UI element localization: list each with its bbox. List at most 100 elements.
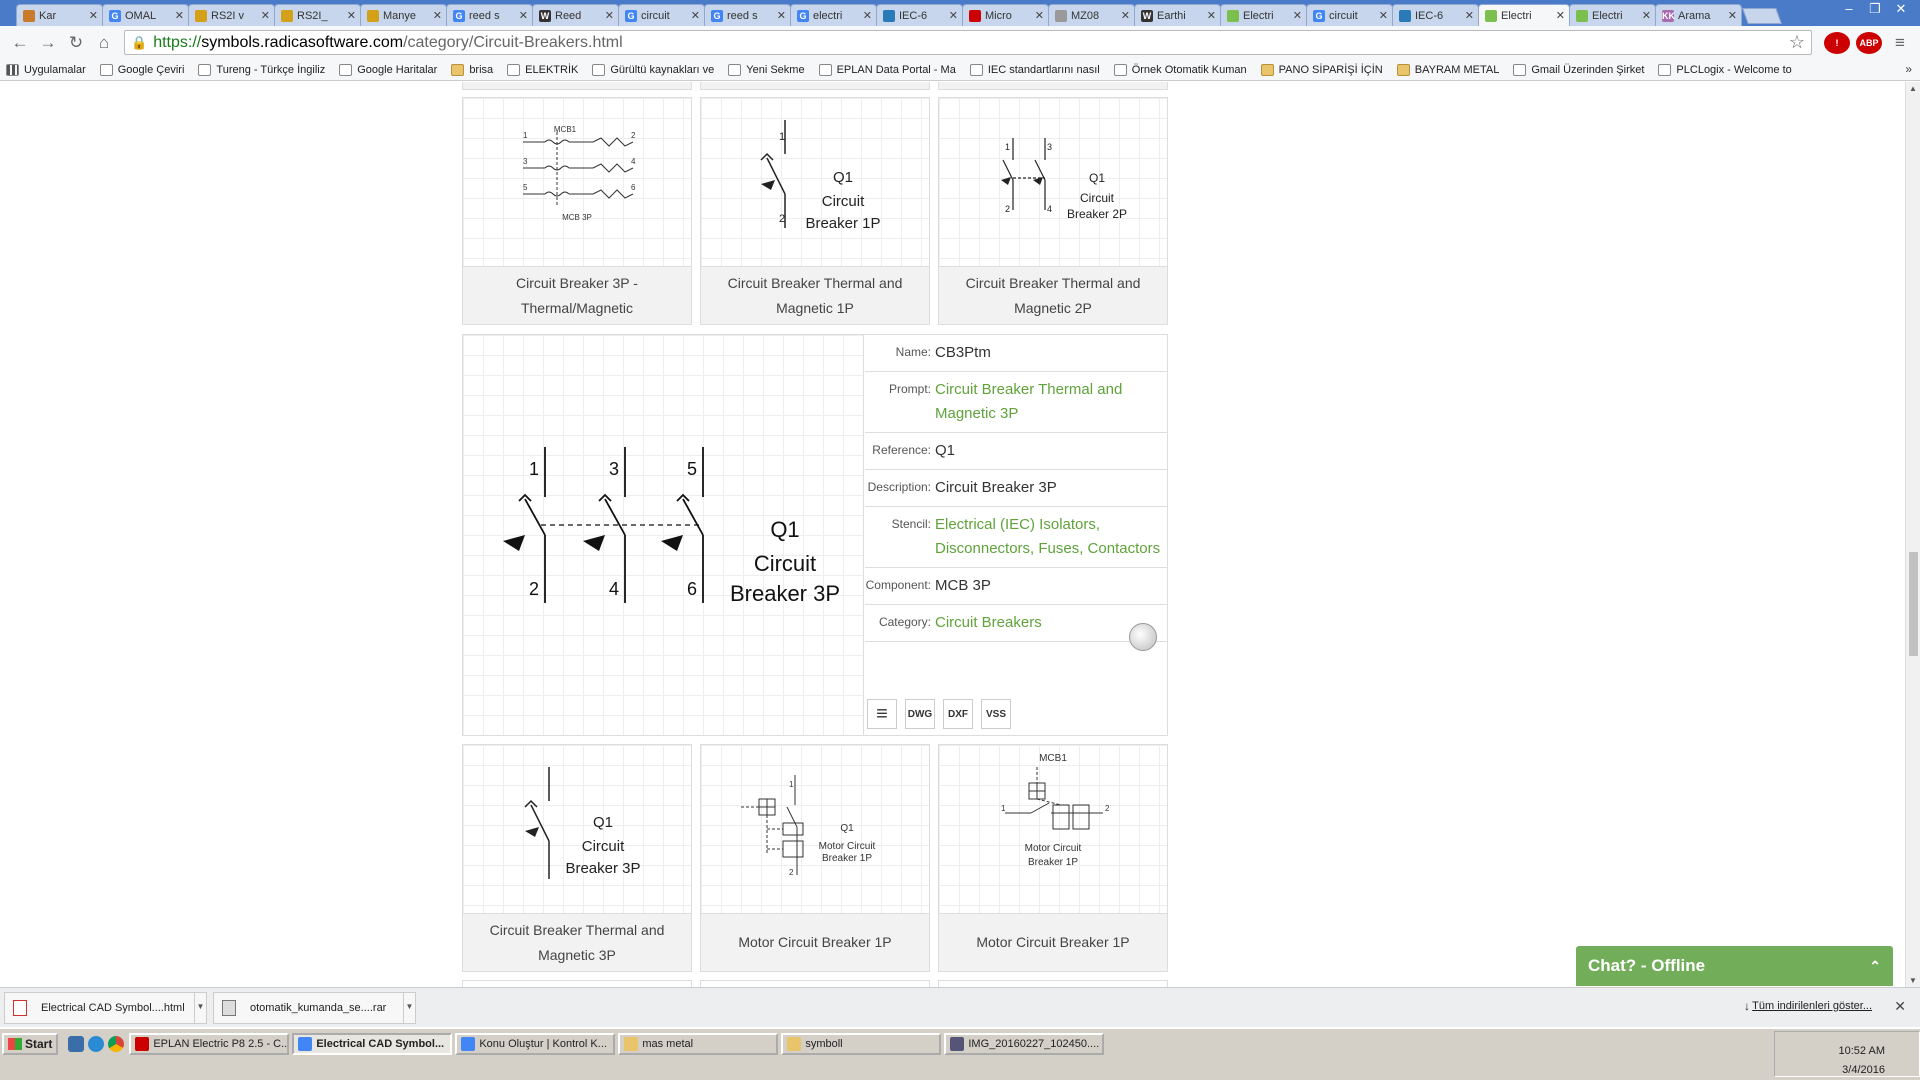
browser-tab[interactable]: Gcircuit ✕	[1306, 4, 1393, 26]
bookmark-item[interactable]: BAYRAM METAL	[1396, 63, 1499, 76]
symbol-card-mcb1p[interactable]: 1 2 Q1 Motor Circuit Breaker 1P Motor Ci…	[700, 744, 930, 972]
close-tab-icon[interactable]: ✕	[1465, 9, 1474, 22]
scroll-up-arrow-icon[interactable]: ▲	[1909, 84, 1917, 93]
bookmark-item[interactable]: Gmail Üzerinden Şirket	[1513, 63, 1644, 76]
browser-tab[interactable]: RS2I_ ✕	[274, 4, 361, 26]
reload-icon[interactable]: ↻	[62, 33, 90, 53]
close-shelf-icon[interactable]: ✕	[1894, 998, 1906, 1015]
close-tab-icon[interactable]: ✕	[777, 9, 786, 22]
start-button[interactable]: Start	[2, 1033, 59, 1055]
adblock-icon[interactable]: ABP	[1856, 31, 1882, 54]
globe-icon[interactable]	[1129, 623, 1157, 651]
bookmark-item[interactable]: IEC standartlarını nasıl	[969, 63, 1100, 76]
close-tab-icon[interactable]: ✕	[1642, 9, 1651, 22]
chat-widget[interactable]: Chat? - Offline ⌃	[1576, 946, 1893, 986]
show-all-downloads-link[interactable]: Tüm indirilenleri göster...	[1752, 1000, 1872, 1012]
close-tab-icon[interactable]: ✕	[691, 9, 700, 22]
symbol-card-cb2p[interactable]: 1 3 2 4 Q1 Circuit Breaker 2P Circuit Br…	[938, 97, 1168, 325]
details-menu-button[interactable]: ≡	[867, 699, 897, 729]
browser-tab[interactable]: RS2I v ✕	[188, 4, 275, 26]
close-tab-icon[interactable]: ✕	[89, 9, 98, 22]
browser-tab[interactable]: Greed s ✕	[704, 4, 791, 26]
minimize-button[interactable]: –	[1836, 0, 1862, 20]
close-tab-icon[interactable]: ✕	[605, 9, 614, 22]
browser-tab[interactable]: IEC-6 ✕	[876, 4, 963, 26]
menu-icon[interactable]: ≡	[1886, 33, 1914, 53]
browser-tab[interactable]: Electri ✕	[1569, 4, 1656, 26]
taskbar-button[interactable]: IMG_20160227_102450....	[944, 1033, 1105, 1055]
close-tab-icon[interactable]: ✕	[433, 9, 442, 22]
browser-tab[interactable]: KK Arama ✕	[1655, 4, 1742, 26]
symbol-card-cb1p[interactable]: 1 2 Q1 Circuit Breaker 1P Circuit Breake…	[700, 97, 930, 325]
close-window-button[interactable]: ✕	[1888, 0, 1914, 20]
chrome-icon[interactable]	[108, 1036, 125, 1052]
browser-tab[interactable]: Greed s ✕	[446, 4, 533, 26]
close-tab-icon[interactable]: ✕	[1121, 9, 1130, 22]
bookmark-item[interactable]: Google Çeviri	[99, 63, 184, 76]
taskbar-button[interactable]: EPLAN Electric P8 2.5 - C...	[129, 1033, 290, 1055]
close-tab-icon[interactable]: ✕	[1207, 9, 1216, 22]
browser-tab[interactable]: Gelectri ✕	[790, 4, 877, 26]
close-tab-icon[interactable]: ✕	[519, 9, 528, 22]
symbol-caption[interactable]: Circuit Breaker Thermal and Magnetic 1P	[701, 266, 929, 324]
browser-tab[interactable]: Kar ✕	[16, 4, 103, 26]
chevron-up-icon[interactable]: ⌃	[1869, 958, 1881, 975]
vertical-scrollbar[interactable]: ▲ ▼	[1905, 82, 1920, 987]
bookmark-star-icon[interactable]: ☆	[1789, 32, 1805, 53]
bookmark-item[interactable]: Tureng - Türkçe İngiliz	[198, 63, 325, 76]
taskbar-button[interactable]: Electrical CAD Symbol...	[292, 1033, 453, 1055]
download-item[interactable]: Electrical CAD Symbol....html ▼	[4, 991, 207, 1024]
back-icon[interactable]: ←	[6, 33, 34, 53]
close-tab-icon[interactable]: ✕	[1728, 9, 1737, 22]
download-dxf-button[interactable]: DXF	[943, 699, 973, 729]
close-tab-icon[interactable]: ✕	[1379, 9, 1388, 22]
browser-tab[interactable]: IEC-6 ✕	[1392, 4, 1479, 26]
browser-tab[interactable]: W Earthi ✕	[1134, 4, 1221, 26]
browser-tab[interactable]: Manye ✕	[360, 4, 447, 26]
download-options-icon[interactable]: ▼	[403, 992, 415, 1023]
download-vss-button[interactable]: VSS	[981, 699, 1011, 729]
browser-tab[interactable]: Gcircuit ✕	[618, 4, 705, 26]
close-tab-icon[interactable]: ✕	[1556, 9, 1565, 22]
bookmark-item[interactable]: Yeni Sekme	[728, 63, 805, 76]
bookmark-item[interactable]: EPLAN Data Portal - Ma	[818, 63, 956, 76]
bookmark-item[interactable]: Gürültü kaynakları ve	[592, 63, 714, 76]
download-item[interactable]: otomatik_kumanda_se....rar ▼	[213, 991, 416, 1024]
symbol-card-cb3p[interactable]: MCB1 1 2 3 4 5 6 MCB 3P Circuit Breaker …	[462, 97, 692, 325]
property-link[interactable]: Circuit Breaker Thermal and Magnetic 3P	[935, 378, 1167, 426]
download-options-icon[interactable]: ▼	[194, 992, 206, 1023]
scroll-down-arrow-icon[interactable]: ▼	[1909, 976, 1917, 985]
symbol-caption[interactable]: Circuit Breaker Thermal and Magnetic 3P	[463, 913, 691, 971]
browser-tab[interactable]: G OMAL ✕	[102, 4, 189, 26]
bookmark-item[interactable]: ELEKTRİK	[507, 63, 578, 76]
symbol-card-cb3p-small[interactable]: Q1 Circuit Breaker 3P Circuit Breaker Th…	[462, 744, 692, 972]
symbol-caption[interactable]: Circuit Breaker Thermal and Magnetic 2P	[939, 266, 1167, 324]
bookmark-item[interactable]: PLCLogix - Welcome to	[1658, 63, 1792, 76]
browser-tab[interactable]: W Reed ✕	[532, 4, 619, 26]
symbol-caption[interactable]: Motor Circuit Breaker 1P	[701, 913, 929, 971]
bookmark-item[interactable]: PANO SİPARİŞİ İÇİN	[1260, 63, 1383, 76]
close-tab-icon[interactable]: ✕	[347, 9, 356, 22]
close-tab-icon[interactable]: ✕	[949, 9, 958, 22]
property-link[interactable]: Electrical (IEC) Isolators, Disconnector…	[935, 513, 1167, 561]
taskbar-button[interactable]: symboll	[781, 1033, 942, 1055]
extension-alert-icon[interactable]: !	[1824, 31, 1850, 54]
forward-icon[interactable]: →	[34, 33, 62, 53]
bookmark-item[interactable]: Uygulamalar	[6, 63, 86, 76]
close-tab-icon[interactable]: ✕	[863, 9, 872, 22]
bookmark-item[interactable]: brisa	[451, 63, 493, 76]
bookmark-item[interactable]: Örnek Otomatik Kuman	[1113, 63, 1247, 76]
browser-tab[interactable]: Electri ✕	[1220, 4, 1307, 26]
download-dwg-button[interactable]: DWG	[905, 699, 935, 729]
close-tab-icon[interactable]: ✕	[261, 9, 270, 22]
browser-tab[interactable]: Micro ✕	[962, 4, 1049, 26]
new-tab-button[interactable]	[1742, 8, 1782, 24]
bookmark-item[interactable]: Google Haritalar	[339, 63, 437, 76]
close-tab-icon[interactable]: ✕	[1035, 9, 1044, 22]
restore-button[interactable]: ❐	[1862, 0, 1888, 20]
symbol-caption[interactable]: Motor Circuit Breaker 1P	[939, 913, 1167, 971]
show-desktop-icon[interactable]	[68, 1036, 85, 1052]
internet-explorer-icon[interactable]	[88, 1036, 105, 1052]
symbol-caption[interactable]: Circuit Breaker 3P - Thermal/Magnetic	[463, 266, 691, 324]
taskbar-button[interactable]: mas metal	[618, 1033, 779, 1055]
